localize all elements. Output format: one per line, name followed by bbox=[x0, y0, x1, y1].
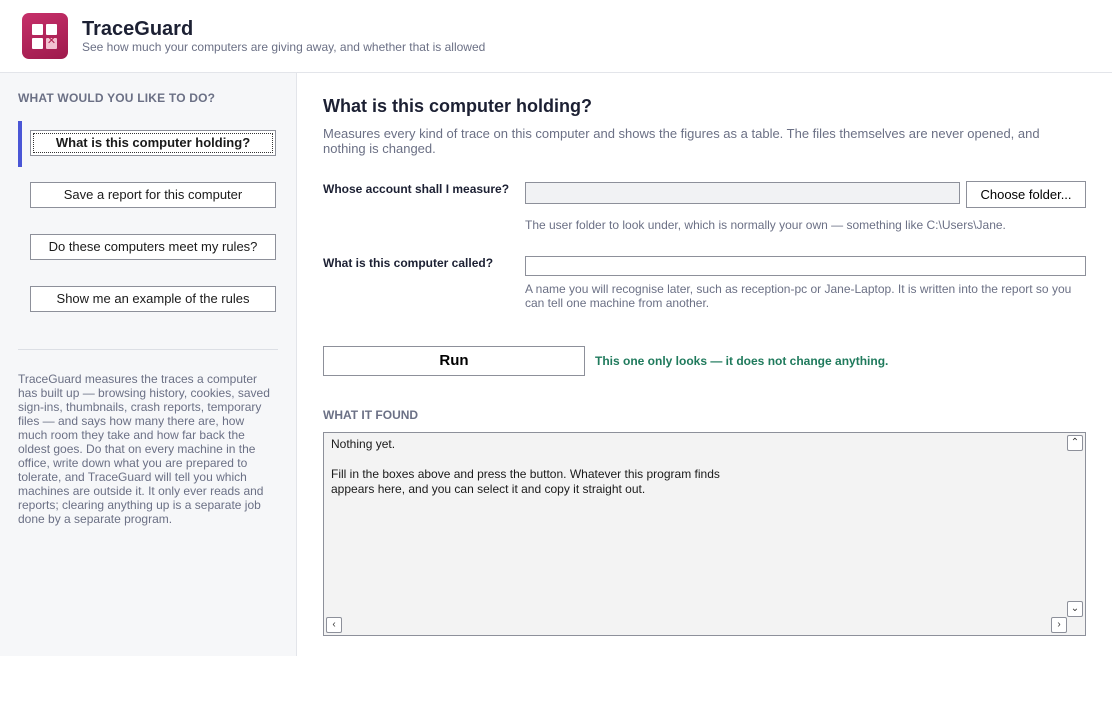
sidebar-item-check-rules[interactable]: Do these computers meet my rules? bbox=[30, 234, 276, 260]
results-heading: WHAT IT FOUND bbox=[323, 408, 419, 422]
logo-x-icon: ✕ bbox=[46, 35, 57, 47]
app-subtitle: See how much your computers are giving a… bbox=[82, 40, 486, 54]
account-label: Whose account shall I measure? bbox=[323, 182, 510, 196]
app-header: ✕ TraceGuard See how much your computers… bbox=[0, 0, 1112, 73]
scroll-down-icon[interactable]: ⌄ bbox=[1067, 601, 1083, 617]
sidebar: WHAT WOULD YOU LIKE TO DO? What is this … bbox=[0, 73, 297, 656]
logo-cell bbox=[46, 24, 57, 35]
run-note: This one only looks — it does not change… bbox=[595, 354, 889, 368]
sidebar-divider bbox=[18, 349, 278, 350]
scroll-right-icon[interactable]: › bbox=[1051, 617, 1067, 633]
sidebar-about-text: TraceGuard measures the traces a compute… bbox=[18, 372, 270, 526]
main-panel: What is this computer holding? Measures … bbox=[297, 73, 1112, 656]
logo-cell bbox=[32, 38, 43, 49]
app-logo: ✕ bbox=[22, 13, 68, 59]
page-description: Measures every kind of trace on this com… bbox=[323, 126, 1040, 156]
results-text[interactable]: Nothing yet. Fill in the boxes above and… bbox=[331, 437, 1051, 497]
sidebar-item-save-report[interactable]: Save a report for this computer bbox=[30, 182, 276, 208]
account-folder-input[interactable] bbox=[525, 182, 960, 204]
scroll-left-icon[interactable]: ‹ bbox=[326, 617, 342, 633]
account-hint: The user folder to look under, which is … bbox=[525, 218, 1006, 232]
sidebar-item-example-rules[interactable]: Show me an example of the rules bbox=[30, 286, 276, 312]
app-title: TraceGuard bbox=[82, 18, 194, 40]
computer-name-input[interactable] bbox=[525, 256, 1086, 276]
computer-name-hint: A name you will recognise later, such as… bbox=[525, 282, 1072, 310]
active-item-indicator bbox=[18, 121, 22, 167]
results-output[interactable]: Nothing yet. Fill in the boxes above and… bbox=[323, 432, 1086, 636]
choose-folder-button[interactable]: Choose folder... bbox=[966, 181, 1086, 208]
sidebar-heading: WHAT WOULD YOU LIKE TO DO? bbox=[18, 91, 216, 105]
sidebar-item-computer-holding[interactable]: What is this computer holding? bbox=[30, 130, 276, 156]
run-button[interactable]: Run bbox=[323, 346, 585, 376]
page-title: What is this computer holding? bbox=[323, 96, 592, 116]
scroll-up-icon[interactable]: ⌃ bbox=[1067, 435, 1083, 451]
computer-name-label: What is this computer called? bbox=[323, 256, 494, 270]
logo-cell bbox=[32, 24, 43, 35]
